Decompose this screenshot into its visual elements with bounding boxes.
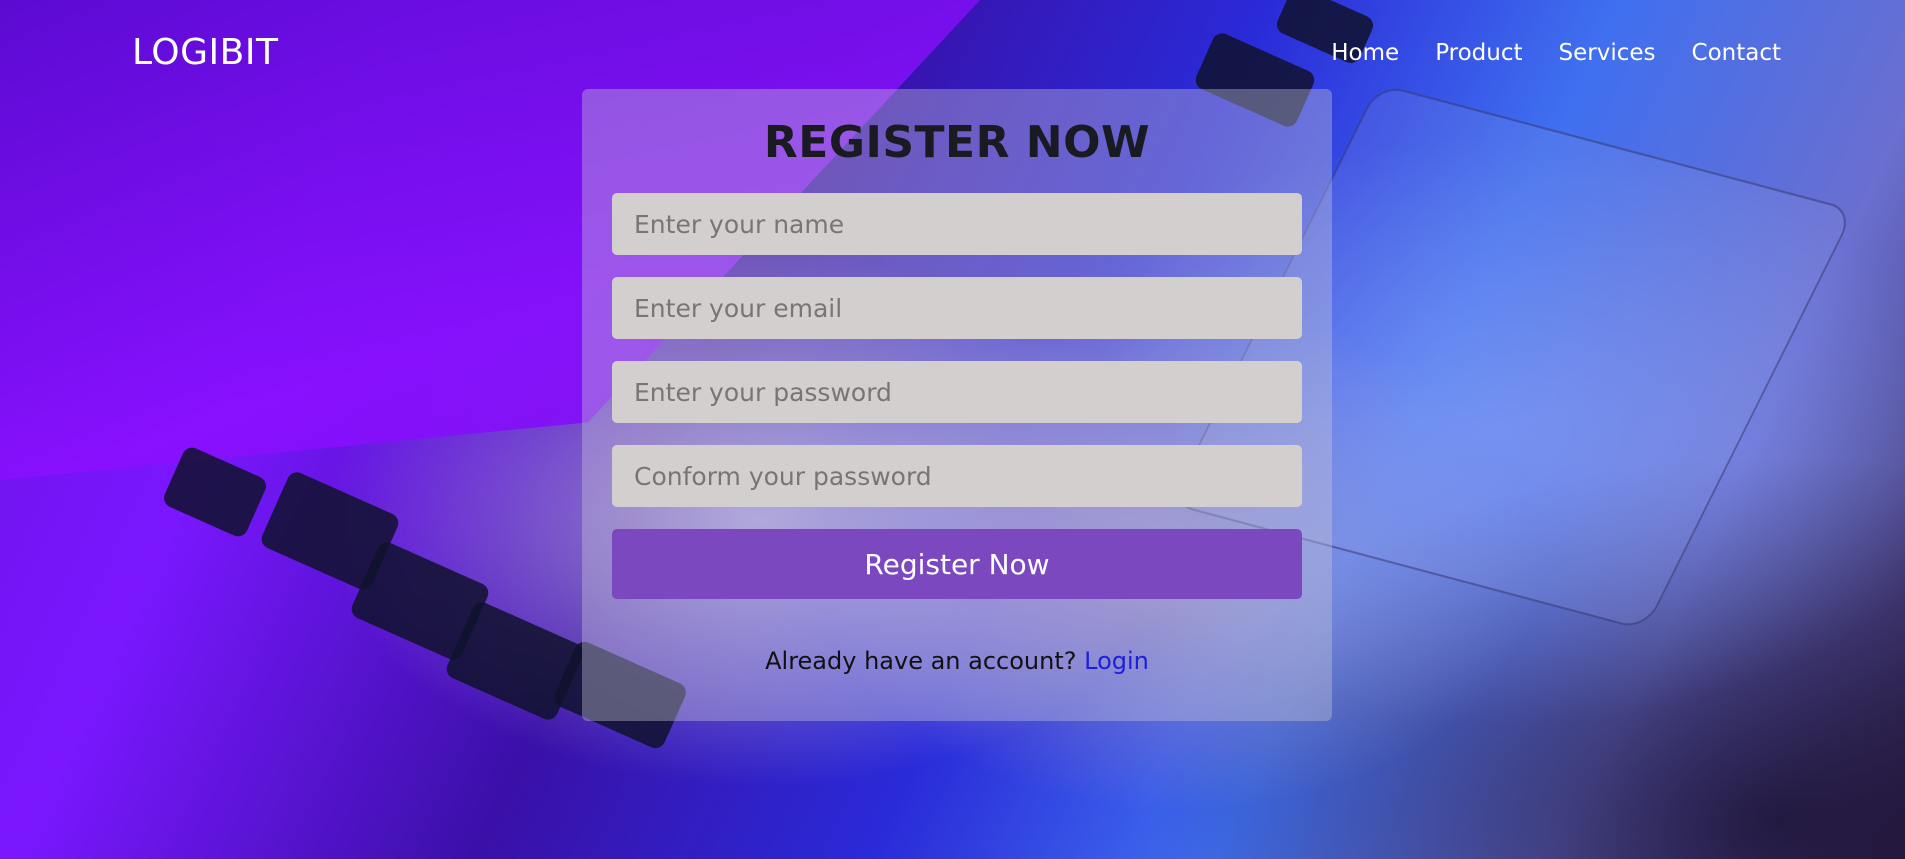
form-title: REGISTER NOW	[763, 117, 1151, 168]
login-prompt: Already have an account? Login	[612, 647, 1302, 675]
password-input[interactable]	[612, 361, 1302, 424]
email-input[interactable]	[612, 277, 1302, 340]
nav-link-services[interactable]: Services	[1559, 40, 1656, 66]
login-link[interactable]: Login	[1084, 647, 1149, 675]
site-logo[interactable]: LOGIBIT	[132, 32, 278, 73]
account-prompt-text: Already have an account?	[765, 647, 1077, 676]
register-button[interactable]: Register Now	[612, 529, 1302, 600]
nav-link-product[interactable]: Product	[1435, 40, 1522, 66]
nav-link-home[interactable]: Home	[1331, 40, 1399, 66]
confirm-password-input[interactable]	[612, 445, 1302, 508]
register-card: REGISTER NOW Register Now Already have a…	[582, 89, 1332, 721]
nav-link-contact[interactable]: Contact	[1692, 40, 1781, 66]
main-nav: Home Product Services Contact	[1331, 40, 1781, 66]
name-input[interactable]	[612, 193, 1302, 256]
